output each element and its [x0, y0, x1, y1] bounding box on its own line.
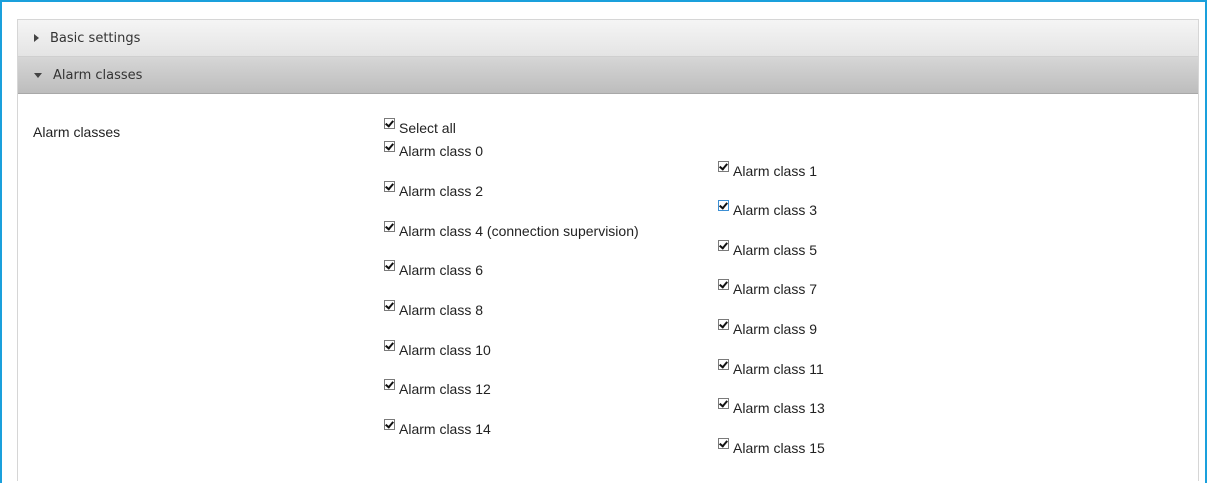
checkbox-label: Alarm class 10 — [399, 342, 491, 358]
checkbox-label: Alarm class 14 — [399, 421, 491, 437]
checkbox-checked-icon[interactable] — [718, 319, 729, 330]
checkbox-checked-icon[interactable] — [718, 240, 729, 251]
alarm-class-0-checkbox[interactable]: Alarm class 0 — [384, 141, 483, 159]
checkbox-checked-icon[interactable] — [384, 300, 395, 311]
checkbox-label: Alarm class 6 — [399, 262, 484, 278]
checkbox-label: Alarm class 7 — [733, 281, 818, 297]
checkbox-label: Alarm class 15 — [733, 440, 825, 456]
alarm-class-5-checkbox[interactable]: Alarm class 5 — [718, 240, 817, 258]
section-basic-settings[interactable]: Basic settings — [18, 20, 1198, 57]
alarm-class-6-checkbox[interactable]: Alarm class 6 — [384, 260, 483, 278]
checkbox-checked-icon[interactable] — [718, 398, 729, 409]
alarm-class-2-checkbox[interactable]: Alarm class 2 — [384, 181, 483, 199]
expand-arrow-icon — [34, 34, 39, 42]
checkbox-checked-icon[interactable] — [718, 279, 729, 290]
checkbox-label: Alarm class 11 — [733, 361, 824, 377]
alarm-class-12-checkbox[interactable]: Alarm class 12 — [384, 379, 491, 397]
settings-panel: Basic settings Alarm classes — [17, 19, 1199, 481]
collapse-arrow-icon — [34, 72, 42, 78]
alarm-class-8-checkbox[interactable]: Alarm class 8 — [384, 300, 483, 318]
checkbox-checked-icon[interactable] — [718, 200, 729, 211]
checkbox-label: Alarm class 9 — [733, 321, 818, 337]
checkbox-checked-icon[interactable] — [384, 221, 395, 232]
checkbox-label: Alarm class 3 — [733, 202, 818, 218]
checkbox-label: Alarm class 1 — [733, 163, 818, 179]
checkbox-label: Alarm class 13 — [733, 400, 825, 416]
checkbox-checked-icon[interactable] — [718, 161, 729, 172]
checkbox-label: Alarm class 12 — [399, 381, 491, 397]
section-title: Basic settings — [50, 30, 141, 46]
alarm-class-14-checkbox[interactable]: Alarm class 14 — [384, 419, 491, 437]
checkbox-checked-icon[interactable] — [384, 118, 395, 129]
select-all-checkbox[interactable]: Select all — [384, 118, 456, 136]
alarm-class-1-checkbox[interactable]: Alarm class 1 — [718, 161, 817, 179]
section-title: Alarm classes — [53, 67, 143, 83]
alarm-class-3-checkbox[interactable]: Alarm class 3 — [718, 200, 817, 218]
alarm-class-4-checkbox[interactable]: Alarm class 4 (connection supervision) — [384, 221, 639, 239]
alarm-class-11-checkbox[interactable]: Alarm class 11 — [718, 359, 824, 377]
checkbox-checked-icon[interactable] — [384, 181, 395, 192]
checkbox-label: Alarm class 8 — [399, 302, 484, 318]
section-alarm-classes[interactable]: Alarm classes — [18, 57, 1198, 94]
checkbox-checked-icon[interactable] — [384, 419, 395, 430]
alarm-classes-field-label: Alarm classes — [33, 124, 121, 140]
checkbox-checked-icon[interactable] — [384, 141, 395, 152]
checkbox-label: Alarm class 2 — [399, 183, 484, 199]
checkbox-checked-icon[interactable] — [384, 340, 395, 351]
alarm-class-7-checkbox[interactable]: Alarm class 7 — [718, 279, 817, 297]
checkbox-label: Alarm class 5 — [733, 242, 818, 258]
alarm-class-13-checkbox[interactable]: Alarm class 13 — [718, 398, 825, 416]
checkbox-checked-icon[interactable] — [384, 260, 395, 271]
alarm-class-10-checkbox[interactable]: Alarm class 10 — [384, 340, 491, 358]
checkbox-label: Select all — [399, 120, 456, 136]
checkbox-label: Alarm class 4 (connection supervision) — [399, 223, 639, 239]
alarm-class-15-checkbox[interactable]: Alarm class 15 — [718, 438, 825, 456]
checkbox-label: Alarm class 0 — [399, 143, 484, 159]
alarm-class-9-checkbox[interactable]: Alarm class 9 — [718, 319, 817, 337]
checkbox-checked-icon[interactable] — [718, 359, 729, 370]
checkbox-checked-icon[interactable] — [718, 438, 729, 449]
checkbox-checked-icon[interactable] — [384, 379, 395, 390]
